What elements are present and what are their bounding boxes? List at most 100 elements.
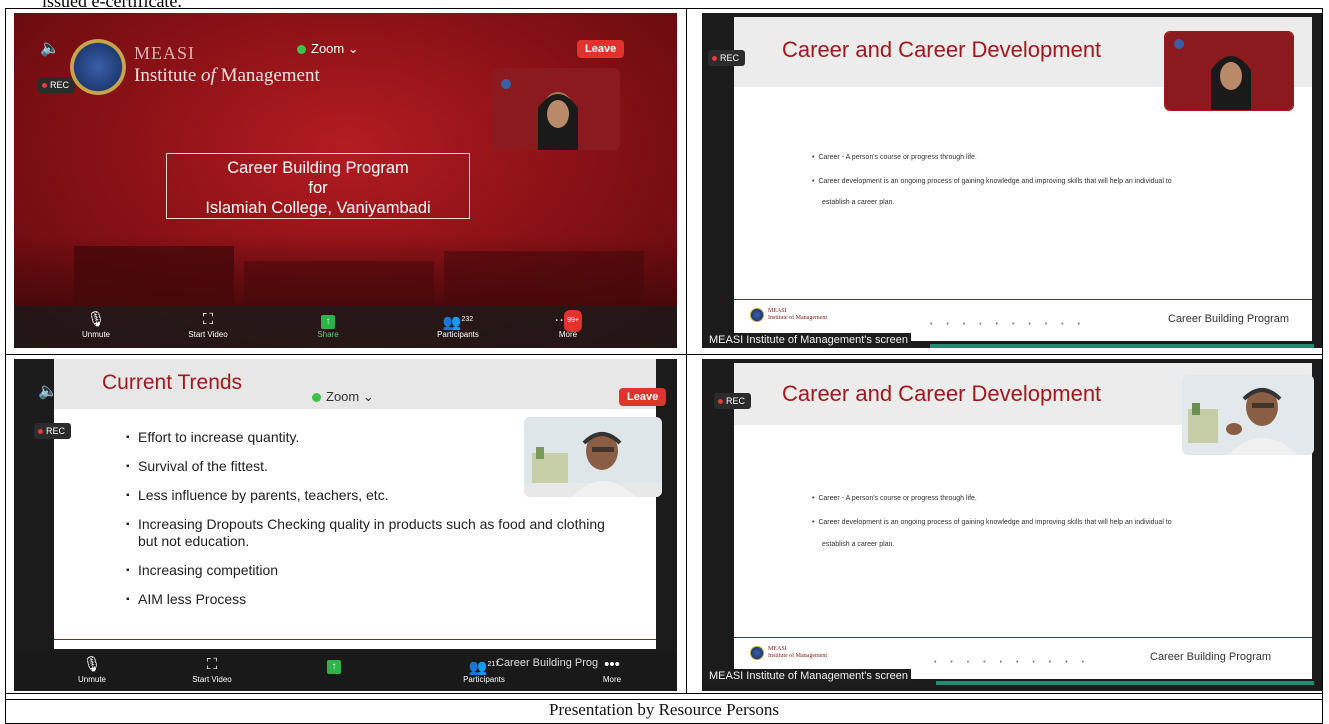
start-video-button[interactable]: ⛶ Start Video [178,310,238,339]
zoom-label: Zoom ⌄ [326,389,374,404]
participants-label: Participants [437,330,479,339]
record-dot-icon [718,399,723,405]
brand-name: MEASI [134,43,196,63]
share-icon: ↑ [304,655,364,675]
zoom-window-current-trends: Current Trends Effort to increase quanti… [14,359,677,691]
grid-divider-horizontal [6,354,1322,355]
record-dot-icon [712,56,717,62]
slide-career-development: Career and Career Development • Career -… [734,17,1312,341]
footer-brand-2: Institute of Management [768,315,827,321]
slide-footer-program: Career Building Program [1168,313,1290,325]
measi-logo [70,39,126,95]
microphone-muted-icon: 🎙 [82,656,102,673]
slide-footer-rule [54,639,656,640]
camera-off-icon: ⛶ [202,311,214,328]
zoom-menu[interactable]: Zoom ⌄ [297,41,359,57]
more-icon: ••• [604,656,620,673]
slide-title: Current Trends [102,371,243,394]
slide-bullet-continued: establish a career plan. [822,541,895,548]
brand-sub-of: of [201,65,216,86]
screen-share-bar [936,681,1314,685]
slide-title: Career and Career Development [782,37,1102,62]
leave-button[interactable]: Leave [619,388,667,406]
rec-indicator: REC [34,423,72,439]
footer-brand: MEASI Institute of Management [768,646,827,660]
slide-bullet: • Career - A person's course or progress… [812,495,977,502]
slide-progress-dots: • • • • • • • • • • [930,321,1087,328]
more-label: More [558,330,578,339]
more-icon: ·· 99+ [538,310,598,332]
footer-brand-1: MEASI [768,646,787,652]
rec-label: REC [720,53,740,63]
rec-label: REC [726,396,746,406]
grid-divider-vertical [686,9,687,693]
share-label: Share [317,330,339,339]
screen-share-label: MEASI Institute of Management's screen [706,333,911,347]
grid-divider-bottom [6,693,1322,694]
presenter-female-icon [1165,32,1293,110]
rec-label: REC [46,426,66,436]
meeting-toolbar: 🎙 Unmute ⛶ Start Video ↑ 👥217 Participants … [14,651,677,691]
measi-footer-logo [750,646,764,660]
slide-bullet: Increasing competition [126,562,618,579]
screen-share-label: MEASI Institute of Management's screen [706,669,911,683]
slide-bullet-text: Career - A person's course or progress t… [818,495,977,502]
leave-button[interactable]: Leave [577,40,625,58]
slide-bullet-continued: establish a career plan. [822,199,895,206]
presenter-male-icon [1182,375,1314,455]
presenter-male-icon [524,417,662,497]
more-button[interactable]: ••• More [582,655,642,684]
participant-video[interactable] [1164,31,1294,111]
share-button[interactable]: ↑ Share [298,310,358,339]
brand-subtitle: Institute of Management [134,65,320,87]
share-button[interactable]: ↑ [304,655,364,675]
slide-footer-program: Career Building Program [1150,651,1272,663]
rec-indicator: REC [714,393,752,409]
rec-indicator: REC [708,50,746,66]
figure-caption: Presentation by Resource Persons [5,697,1323,724]
slide-footer-rule [734,299,1312,300]
participant-video[interactable] [524,417,662,497]
shield-icon [297,45,306,55]
participants-label: Participants [463,675,505,684]
zoom-window-welcome: 🔈 REC MEASI Institute of Management Zoom… [14,13,677,348]
shield-icon [312,393,321,403]
speaker-icon[interactable]: 🔈 [38,381,58,401]
zoom-label: Zoom ⌄ [311,41,359,56]
unmute-button[interactable]: 🎙 Unmute [66,310,126,339]
participant-video[interactable] [1182,375,1314,455]
zoom-window-slide-career: Career and Career Development • Career -… [702,13,1322,348]
rec-indicator: REC [38,77,76,93]
speaker-icon[interactable]: 🔈 [40,38,60,58]
program-title-box: Career Building Program for Islamiah Col… [166,153,470,219]
slide-title: Career and Career Development [782,381,1102,406]
footer-brand-1: MEASI [768,308,787,314]
share-icon: ↑ [298,310,358,330]
campus-overlay [14,236,677,306]
slide-bullet-text: Career - A person's course or progress t… [818,154,977,161]
slide-bullet: • Career - A person's course or progress… [812,154,977,161]
more-button[interactable]: ·· 99+ More [538,310,598,339]
participants-button[interactable]: 👥232 Participants [428,310,488,339]
unmute-button[interactable]: 🎙 Unmute [62,655,122,684]
brand-sub-post: Management [215,65,320,86]
program-title-line1: Career Building Program [227,159,409,177]
program-title-line3: Islamiah College, Vaniyambadi [205,199,431,217]
unmute-label: Unmute [81,330,110,339]
slide-bullet: • Career development is an ongoing proce… [812,519,1172,526]
record-dot-icon [42,83,47,89]
slide-bullet-text: Career development is an ongoing process… [818,519,1172,526]
meeting-toolbar: 🎙 Unmute ⛶ Start Video ↑ Share 👥232 Particip… [14,306,677,348]
measi-footer-logo [750,308,764,322]
start-video-label: Start Video [192,675,232,684]
start-video-label: Start Video [188,330,228,339]
start-video-button[interactable]: ⛶ Start Video [182,655,242,684]
slide-bullet: Increasing Dropouts Checking quality in … [126,516,618,550]
slide-career-development: Career and Career Development • Career -… [734,363,1314,679]
slide-progress-dots: • • • • • • • • • • [934,659,1091,666]
zoom-menu[interactable]: Zoom ⌄ [312,389,374,405]
participant-video[interactable] [492,68,620,150]
participants-count: 232 [461,316,474,323]
rec-label: REC [50,80,70,90]
more-label: More [602,675,622,684]
